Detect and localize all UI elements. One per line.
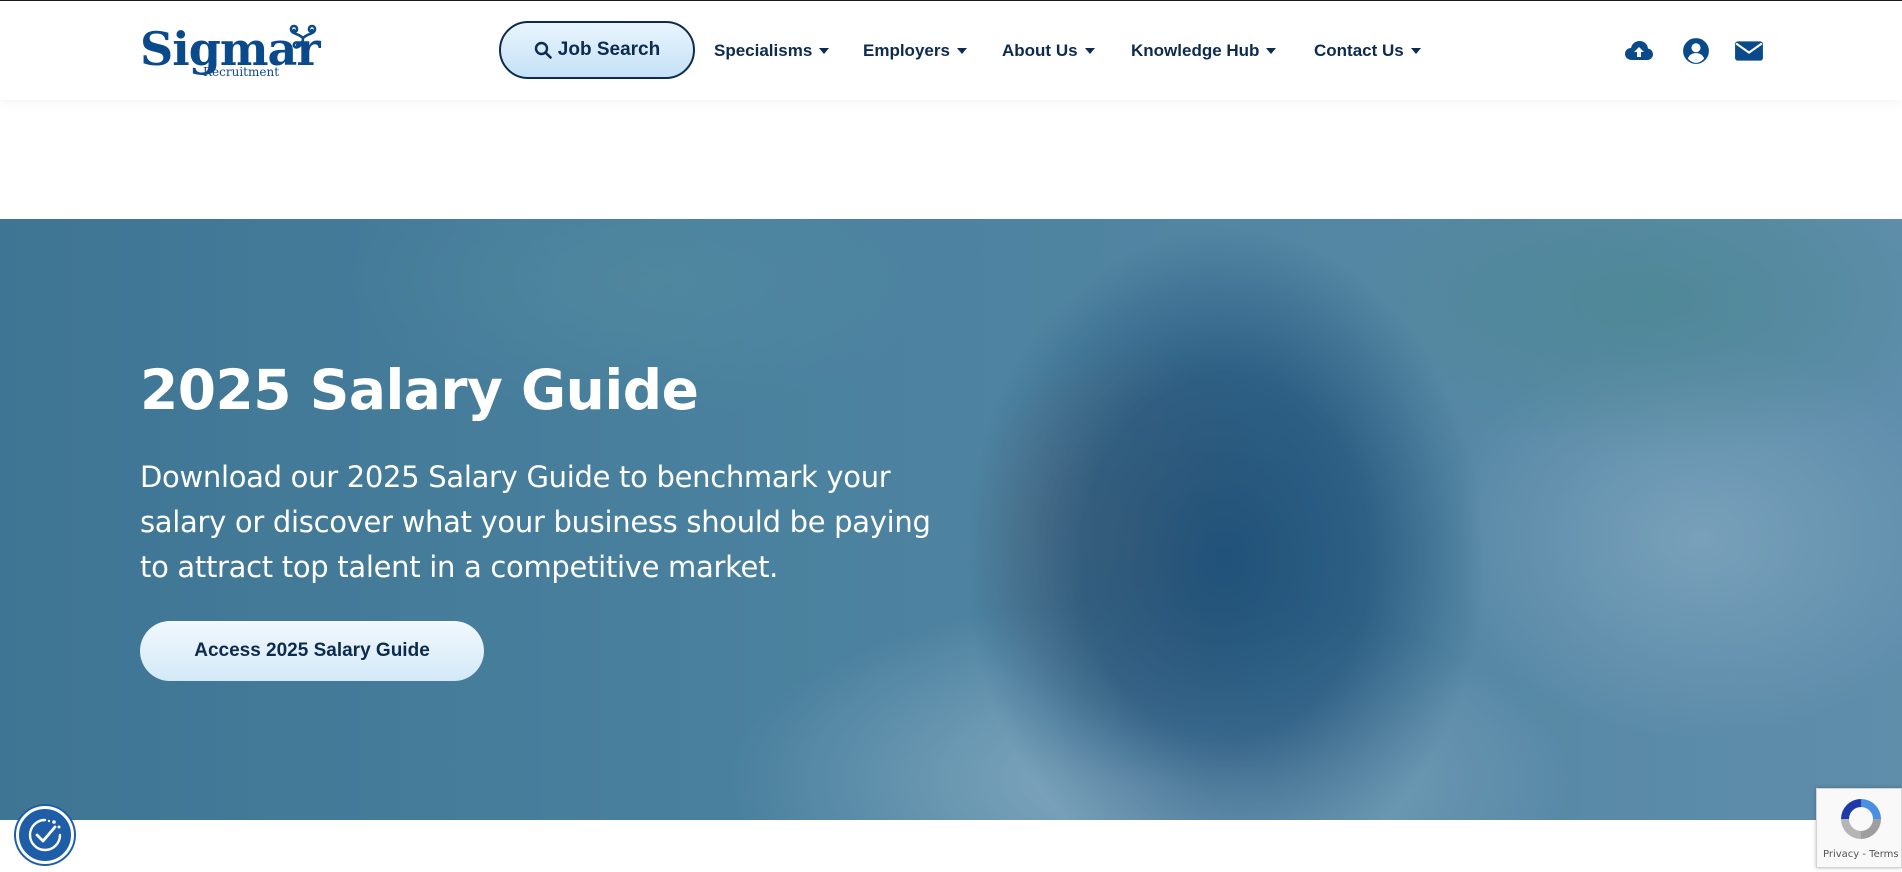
nav-label: About Us: [1002, 41, 1078, 60]
nav-knowledge-hub[interactable]: Knowledge Hub: [1131, 39, 1277, 63]
nav-label: Specialisms: [714, 41, 813, 60]
email-icon[interactable]: [1734, 37, 1764, 65]
nav-about-us[interactable]: About Us: [1002, 39, 1096, 63]
access-salary-guide-label: Access 2025 Salary Guide: [194, 640, 430, 661]
search-icon: [534, 41, 552, 59]
logo-subtitle: Recruitment: [203, 65, 280, 79]
caret-down-icon: [1084, 48, 1095, 54]
account-icon[interactable]: [1681, 37, 1711, 65]
nav-employers[interactable]: Employers: [863, 39, 968, 63]
hero-title: 2025 Salary Guide: [140, 358, 699, 422]
nav-specialisms[interactable]: Specialisms: [714, 39, 830, 63]
nav-label: Contact Us: [1314, 41, 1404, 60]
site-header: Sigmar Recruitment Job Search Specialism…: [0, 1, 1902, 100]
access-salary-guide-button[interactable]: Access 2025 Salary Guide: [140, 621, 484, 681]
caret-down-icon: [1410, 48, 1421, 54]
triskele-icon: [289, 24, 317, 49]
hero-banner: 2025 Salary Guide Download our 2025 Sala…: [0, 219, 1902, 820]
cookie-check-icon: [28, 818, 62, 852]
nav-contact-us[interactable]: Contact Us: [1314, 39, 1422, 63]
recaptcha-icon: [1841, 799, 1881, 839]
caret-down-icon: [1266, 48, 1277, 54]
recaptcha-links[interactable]: Privacy - Terms: [1823, 849, 1899, 860]
job-search-button[interactable]: Job Search: [499, 21, 695, 79]
caret-down-icon: [819, 48, 830, 54]
hero-description: Download our 2025 Salary Guide to benchm…: [140, 460, 931, 584]
recaptcha-badge[interactable]: Privacy - Terms: [1816, 788, 1902, 868]
cookie-consent-button[interactable]: [16, 806, 74, 864]
nav-label: Knowledge Hub: [1131, 41, 1260, 60]
job-search-label: Job Search: [557, 39, 661, 60]
caret-down-icon: [956, 48, 967, 54]
sigmar-logo[interactable]: Sigmar Recruitment: [140, 21, 321, 81]
nav-label: Employers: [863, 41, 950, 60]
upload-cv-icon[interactable]: [1624, 37, 1654, 65]
